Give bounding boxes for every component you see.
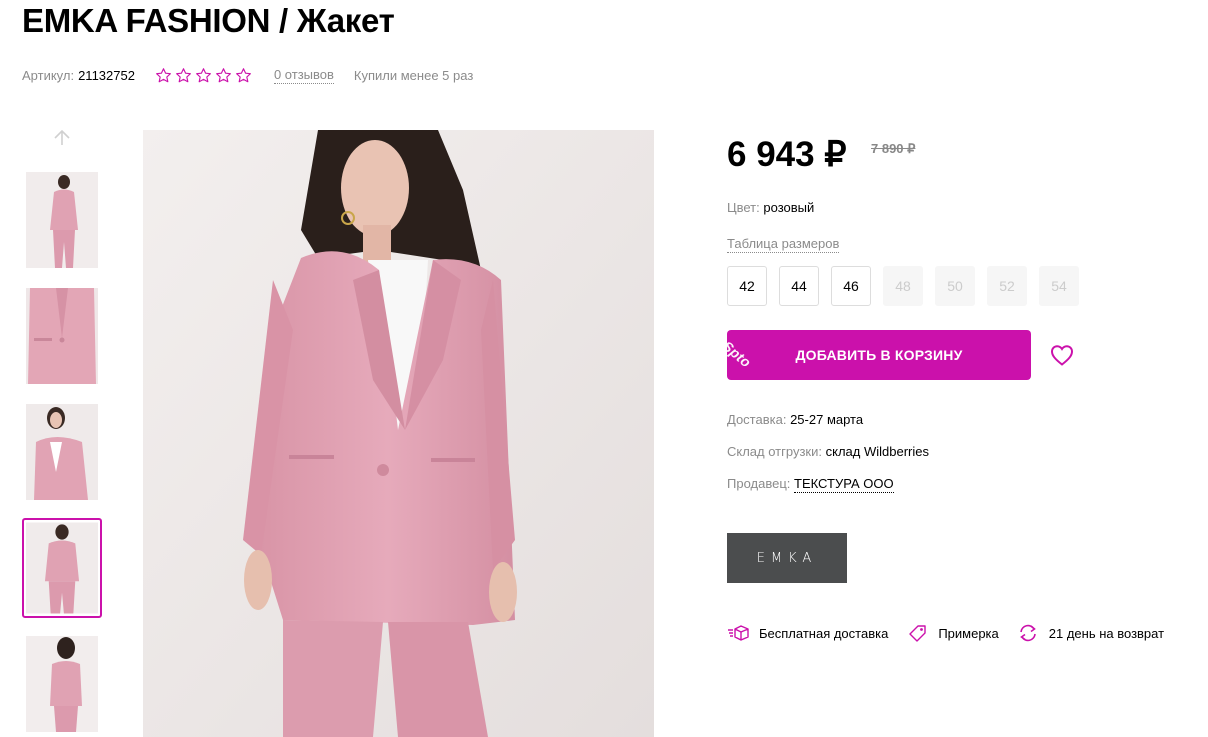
tag-icon (909, 625, 927, 642)
thumbnail-1[interactable] (26, 172, 98, 268)
old-price: 7 890 ₽ (871, 141, 916, 156)
delivery-value: 25-27 марта (790, 412, 864, 427)
box-delivery-icon (728, 625, 749, 641)
star-icon (216, 67, 231, 82)
article-value: 21132752 (78, 67, 135, 83)
feature-try-on: Примерка (906, 624, 999, 642)
delivery-label: Доставка: (727, 412, 787, 427)
size-table-link[interactable]: Таблица размеров (727, 236, 840, 253)
star-icon (236, 67, 251, 82)
size-option[interactable]: 42 (727, 266, 767, 306)
star-icon (196, 67, 211, 82)
star-icon (156, 67, 171, 82)
size-option[interactable]: 46 (831, 266, 871, 306)
seller-link[interactable]: ТЕКСТУРА ООО (794, 476, 894, 493)
add-to-cart-button[interactable]: Spto ДОБАВИТЬ В КОРЗИНУ (727, 330, 1031, 380)
add-to-cart-label: ДОБАВИТЬ В КОРЗИНУ (795, 347, 963, 363)
warehouse-info: Склад отгрузки: склад Wildberries (727, 444, 929, 459)
size-option[interactable]: 44 (779, 266, 819, 306)
size-option-unavailable: 54 (1039, 266, 1079, 306)
reviews-link[interactable]: 0 отзывов (273, 67, 334, 84)
size-option-unavailable: 52 (987, 266, 1027, 306)
thumbnail-3[interactable] (26, 404, 98, 500)
color-label: Цвет: (727, 200, 760, 215)
size-option-unavailable: 48 (883, 266, 923, 306)
main-product-photo[interactable] (143, 130, 654, 737)
brand-logo[interactable]: EMKA (727, 533, 847, 583)
seller-label: Продавец: (727, 476, 791, 491)
seller-info: Продавец: ТЕКСТУРА ООО (727, 476, 894, 493)
feature-free-delivery: Бесплатная доставка (727, 624, 888, 642)
rating-stars[interactable] (155, 67, 252, 84)
thumbnail-4-selected[interactable] (22, 518, 102, 618)
color-value: розовый (763, 200, 815, 215)
delivery-info: Доставка: 25-27 марта (727, 412, 863, 427)
heart-icon[interactable] (1050, 344, 1074, 366)
size-option-unavailable: 50 (935, 266, 975, 306)
color-info: Цвет: розовый (727, 200, 814, 215)
feature-label: Бесплатная доставка (759, 625, 889, 641)
thumbnail-2[interactable] (26, 288, 98, 384)
return-arrows-icon (1019, 624, 1036, 642)
thumbnail-5[interactable] (26, 636, 98, 732)
product-title: EMKA FASHION / Жакет (22, 2, 395, 39)
feature-return: 21 день на возврат (1017, 624, 1164, 642)
bought-count: Купили менее 5 раз (353, 67, 474, 83)
promo-badge: Spto (727, 337, 755, 371)
product-meta: Артикул: 21132752 0 отзывов Купили менее… (22, 66, 473, 84)
arrow-up-icon[interactable] (52, 128, 72, 148)
star-icon (176, 67, 191, 82)
article-label: Артикул: (22, 67, 75, 83)
warehouse-label: Склад отгрузки: (727, 444, 822, 459)
features-row: Бесплатная доставка Примерка 21 день на … (727, 624, 1164, 642)
current-price: 6 943 ₽ (727, 135, 847, 174)
feature-label: Примерка (938, 625, 999, 641)
size-selector: 42 44 46 48 50 52 54 (727, 266, 1079, 306)
feature-label: 21 день на возврат (1048, 625, 1165, 641)
warehouse-value: склад Wildberries (825, 444, 929, 459)
